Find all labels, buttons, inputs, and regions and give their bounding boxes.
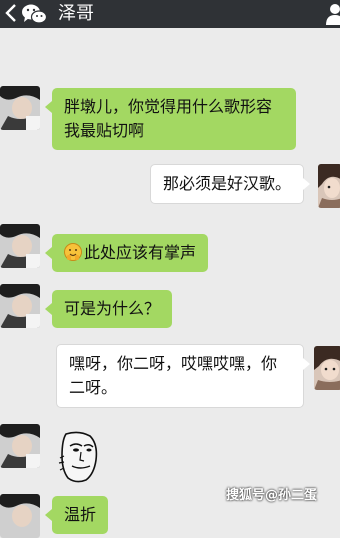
applause-face-icon bbox=[64, 243, 82, 261]
my-avatar[interactable] bbox=[314, 346, 340, 390]
message-bubble[interactable]: 温折 bbox=[44, 496, 109, 534]
message-text: 此处应该有掌声 bbox=[84, 243, 197, 262]
source-watermark: 搜狐号@孙二蛋 bbox=[226, 488, 318, 503]
contact-avatar[interactable] bbox=[0, 224, 40, 268]
contact-avatar[interactable] bbox=[0, 424, 40, 468]
message-bubble[interactable]: 胖墩儿，你觉得用什么歌形容 我最贴切啊 bbox=[45, 88, 296, 150]
message-text: 那必须是好汉歌。 bbox=[163, 174, 292, 193]
message-text: 嘿呀，你二呀，哎嘿哎嘿，你 bbox=[69, 354, 278, 373]
chat-title: 泽哥 bbox=[58, 3, 94, 24]
contact-avatar[interactable] bbox=[0, 284, 40, 328]
message-bubble[interactable]: 嘿呀，你二呀，哎嘿哎嘿，你 二呀。 bbox=[56, 344, 310, 408]
chat-header: 泽哥 bbox=[0, 0, 340, 28]
chevron-left-icon[interactable] bbox=[2, 2, 20, 24]
message-text: 可是为什么？ bbox=[64, 299, 161, 318]
message-bubble[interactable]: 可是为什么？ bbox=[44, 290, 173, 328]
contact-avatar[interactable] bbox=[0, 494, 40, 538]
contact-avatar[interactable] bbox=[0, 86, 40, 130]
wechat-logo-icon bbox=[22, 4, 48, 24]
my-avatar[interactable] bbox=[318, 164, 340, 208]
message-text: 我最贴切啊 bbox=[64, 121, 145, 140]
message-bubble[interactable]: 此处应该有掌声 bbox=[44, 234, 209, 272]
message-text: 温折 bbox=[64, 505, 97, 524]
message-text: 二呀。 bbox=[69, 378, 118, 397]
troll-face-sticker[interactable] bbox=[56, 430, 102, 484]
person-icon[interactable] bbox=[326, 3, 340, 25]
message-bubble[interactable]: 那必须是好汉歌。 bbox=[150, 164, 311, 204]
message-text: 胖墩儿，你觉得用什么歌形容 bbox=[64, 97, 273, 116]
